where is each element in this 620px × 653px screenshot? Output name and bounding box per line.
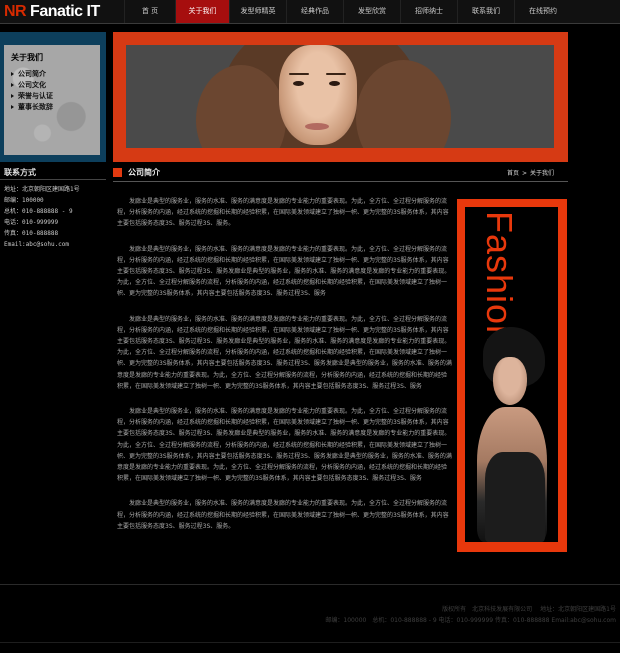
about-item-honors[interactable]: 荣誉与认证 — [11, 90, 53, 101]
nav-styles[interactable]: 发型欣赏 — [343, 0, 400, 23]
contact-title: 联系方式 — [4, 168, 36, 177]
footer-divider — [0, 584, 620, 585]
article: 发廊业是典型的服务业，服务的水准、服务的满意度是发廊的专业能力的重要表现。为此，… — [117, 196, 452, 546]
section-square-icon — [113, 168, 122, 177]
breadcrumb-separator: > — [521, 170, 527, 177]
about-item-label: 公司文化 — [18, 80, 46, 89]
triangle-bullet-icon — [11, 94, 14, 98]
fashion-panel: Fashion — [457, 199, 567, 552]
about-item-chairman[interactable]: 董事长致辞 — [11, 101, 53, 112]
fashion-photo: Fashion — [465, 207, 558, 542]
about-menu-title: 关于我们 — [11, 52, 43, 62]
section-title: 公司简介 — [128, 168, 160, 177]
section-divider — [113, 181, 568, 182]
article-paragraph: 发廊业是典型的服务业，服务的水准、服务的满意度是发廊的专业能力的重要表现。为此，… — [117, 500, 449, 530]
banner-eye — [329, 81, 340, 86]
about-item-culture[interactable]: 公司文化 — [11, 79, 53, 90]
article-paragraph: 发廊业是典型的服务业，服务的水准、服务的满意度是发廊的专业能力的重要表现。为此，… — [117, 408, 452, 483]
main-nav: 首 页 关于我们 发型师精英 经典作品 发型欣赏 招师纳士 联系我们 在线预约 — [124, 0, 571, 23]
contact-phone: 电话：010-999999 — [4, 219, 59, 226]
contact-divider — [0, 179, 106, 180]
section-header: 公司简介 首页 > 关于我们 — [113, 165, 568, 181]
triangle-bullet-icon — [11, 83, 14, 87]
banner-face — [279, 45, 357, 145]
footer-copyright: 版权所有 北京科技发展有限公司 — [442, 606, 533, 613]
banner-eye — [293, 81, 304, 86]
article-paragraph: 发廊业是典型的服务业，服务的水准、服务的满意度是发廊的专业能力的重要表现。为此，… — [117, 245, 451, 298]
breadcrumb: 首页 > 关于我们 — [507, 168, 554, 177]
breadcrumb-current: 关于我们 — [529, 170, 554, 177]
about-item-label: 董事长致辞 — [18, 102, 53, 111]
footer-address: 地址：北京朝阳区建国路1号 — [540, 606, 616, 613]
contact-address: 地址：北京朝阳区建国路1号 — [4, 186, 80, 193]
logo-text: Fanatic IT — [26, 3, 100, 20]
contact-email[interactable]: Email:abc@sohu.com — [4, 239, 80, 250]
banner-brow — [326, 73, 346, 75]
contact-postcode: 邮编：100000 — [4, 197, 44, 204]
logo[interactable]: NR Fanatic IT — [4, 2, 100, 21]
triangle-bullet-icon — [11, 72, 14, 76]
nav-home[interactable]: 首 页 — [124, 0, 175, 23]
banner-lips — [305, 123, 329, 130]
footer-line-2: 邮编：100000 总机：010-888888 - 9 电话：010-99999… — [325, 617, 616, 624]
breadcrumb-home[interactable]: 首页 — [507, 170, 519, 177]
model-dress — [485, 452, 545, 542]
banner-brow — [289, 73, 309, 75]
nav-works[interactable]: 经典作品 — [286, 0, 343, 23]
nav-recruit[interactable]: 招师纳士 — [400, 0, 457, 23]
nav-booking[interactable]: 在线预约 — [514, 0, 571, 23]
nav-contact[interactable]: 联系我们 — [457, 0, 514, 23]
banner-photo — [126, 45, 554, 148]
footer-line-1: 版权所有 北京科技发展有限公司 地址：北京朝阳区建国路1号 — [325, 604, 616, 615]
about-item-label: 荣誉与认证 — [18, 91, 53, 100]
contact-list: 地址：北京朝阳区建国路1号 邮编：100000 总机：010-888888 - … — [4, 184, 80, 250]
nav-stylists[interactable]: 发型师精英 — [229, 0, 286, 23]
top-bar: NR Fanatic IT 首 页 关于我们 发型师精英 经典作品 发型欣赏 招… — [0, 0, 620, 23]
article-paragraph: 发廊业是典型的服务业，服务的水准、服务的满意度是发廊的专业能力的重要表现。为此，… — [117, 315, 452, 390]
nav-divider — [0, 23, 620, 24]
about-menu-list: 公司简介 公司文化 荣誉与认证 董事长致辞 — [11, 68, 53, 112]
model-face — [493, 357, 527, 405]
footer: 版权所有 北京科技发展有限公司 地址：北京朝阳区建国路1号 邮编：100000 总… — [325, 604, 616, 626]
article-paragraph: 发廊业是典型的服务业，服务的水准、服务的满意度是发廊的专业能力的重要表现。为此，… — [117, 198, 449, 228]
logo-nr: NR — [4, 3, 27, 20]
triangle-bullet-icon — [11, 105, 14, 109]
contact-switchboard: 总机：010-888888 - 9 — [4, 208, 73, 215]
banner — [113, 32, 568, 162]
nav-about[interactable]: 关于我们 — [175, 0, 229, 23]
about-item-profile[interactable]: 公司简介 — [11, 68, 53, 79]
contact-fax: 传真：010-888888 — [4, 230, 59, 237]
about-item-label: 公司简介 — [18, 69, 46, 78]
footer-bottom-rule — [0, 642, 620, 643]
